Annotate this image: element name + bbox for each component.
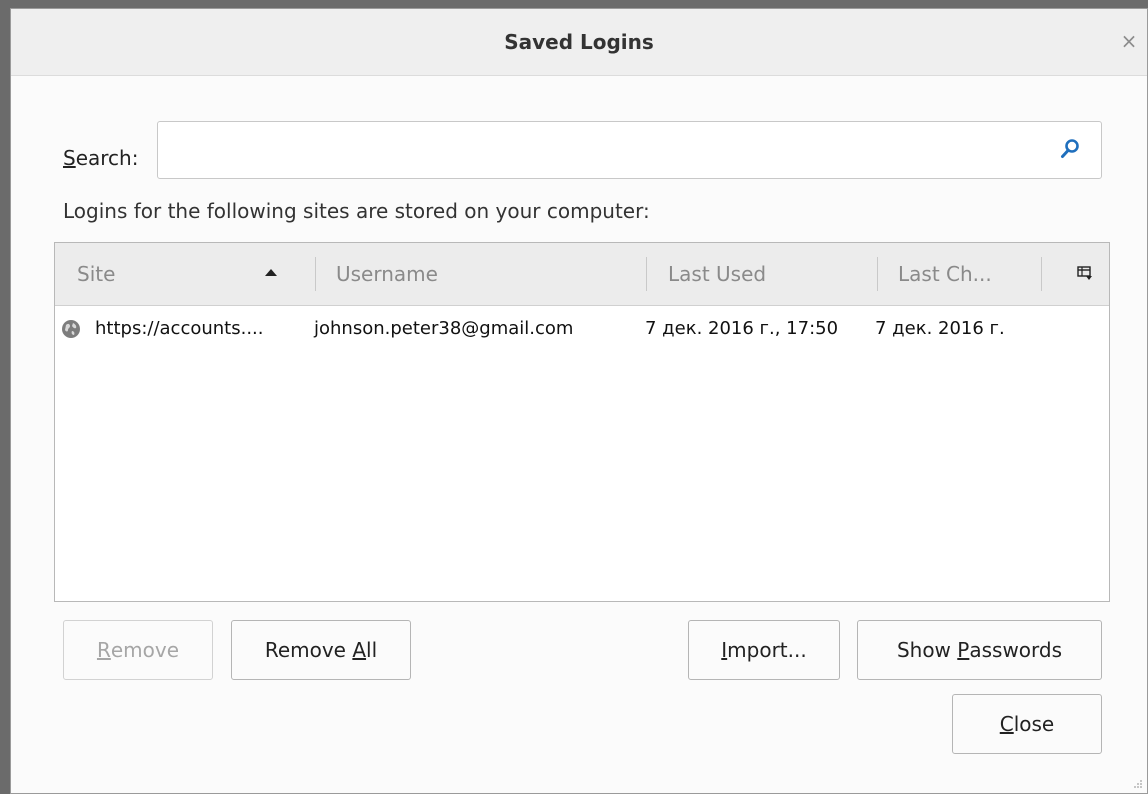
remove-button[interactable]: Remove	[63, 620, 213, 680]
show-passwords-label-start: Show	[896, 638, 958, 662]
column-header-last-used[interactable]: Last Used	[668, 243, 868, 305]
logins-description: Logins for the following sites are store…	[63, 199, 650, 223]
row-last-changed: 7 дек. 2016 г.	[875, 318, 1005, 339]
show-passwords-button[interactable]: Show Passwords	[857, 620, 1102, 680]
column-header-site[interactable]: Site	[77, 243, 317, 305]
column-label-site: Site	[77, 262, 116, 286]
column-divider[interactable]	[877, 257, 878, 291]
column-label-username: Username	[336, 262, 438, 286]
close-accesskey: C	[999, 712, 1014, 736]
close-label: lose	[1013, 712, 1055, 736]
row-site: https://accounts....	[95, 318, 264, 339]
column-header-last-changed[interactable]: Last Ch...	[898, 243, 1028, 305]
search-input[interactable]	[164, 128, 1038, 174]
close-button[interactable]: Close	[952, 694, 1102, 754]
sort-ascending-icon	[265, 269, 277, 276]
logins-table: Site Username Last Used Last Ch... https…	[54, 242, 1110, 602]
title-bar: Saved Logins ×	[11, 9, 1147, 76]
table-row[interactable]: https://accounts.... johnson.peter38@gma…	[55, 307, 1109, 351]
column-picker-icon[interactable]	[1077, 265, 1093, 281]
search-label-accesskey: S	[63, 146, 76, 170]
remove-all-accesskey: A	[352, 638, 367, 662]
import-label: mport...	[727, 638, 807, 662]
row-username: johnson.peter38@gmail.com	[314, 318, 574, 339]
remove-label: emove	[110, 638, 180, 662]
remove-all-button[interactable]: Remove All	[231, 620, 411, 680]
saved-logins-dialog: Saved Logins × Search: Logins for the fo…	[10, 8, 1148, 794]
column-divider[interactable]	[646, 257, 647, 291]
search-label-text: earch:	[75, 146, 139, 170]
search-icon[interactable]	[1059, 138, 1081, 160]
show-passwords-accesskey: P	[957, 638, 970, 662]
search-box[interactable]	[157, 121, 1102, 179]
table-header: Site Username Last Used Last Ch...	[55, 243, 1109, 306]
search-label: Search:	[63, 146, 138, 170]
column-header-username[interactable]: Username	[336, 243, 636, 305]
column-divider[interactable]	[315, 257, 316, 291]
column-divider[interactable]	[1041, 257, 1042, 291]
close-icon[interactable]: ×	[1119, 31, 1139, 51]
remove-all-label-end: ll	[366, 638, 378, 662]
show-passwords-label-end: asswords	[969, 638, 1063, 662]
dialog-title: Saved Logins	[504, 30, 654, 54]
row-last-used: 7 дек. 2016 г., 17:50	[645, 318, 839, 339]
remove-accesskey: R	[96, 638, 111, 662]
resize-grip-icon[interactable]	[1133, 779, 1143, 789]
import-button[interactable]: Import...	[688, 620, 840, 680]
globe-icon	[62, 320, 80, 338]
column-label-last-used: Last Used	[668, 262, 767, 286]
remove-all-label-start: Remove	[264, 638, 353, 662]
column-label-last-changed: Last Ch...	[898, 262, 992, 286]
